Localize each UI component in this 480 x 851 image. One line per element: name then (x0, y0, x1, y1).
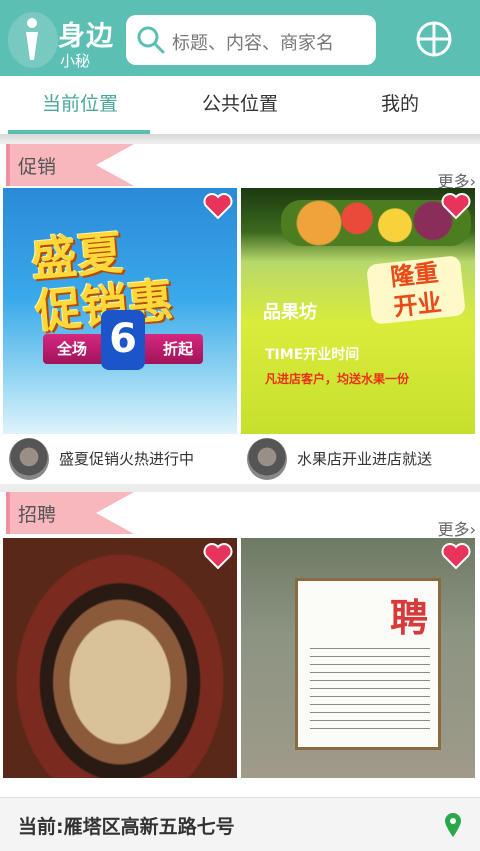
search-placeholder: 标题、内容、商家名 (172, 33, 334, 54)
add-circle-icon[interactable] (416, 21, 452, 57)
promo-art-time: TIME开业时间 (265, 347, 360, 363)
poster-artwork: 聘 (295, 578, 441, 750)
app-title: 身边 (58, 21, 114, 52)
heart-icon[interactable] (203, 542, 233, 570)
promo-art-offer: 凡进店客户，均送水果一份 (265, 372, 410, 386)
search-icon (137, 26, 165, 54)
section-tag-label: 招聘 (18, 504, 57, 526)
tabs-divider (0, 134, 480, 142)
app-subtitle: 小秘 (60, 52, 91, 70)
promo-art-number: 6 (101, 310, 145, 370)
avatar (9, 438, 49, 480)
heart-icon[interactable] (441, 192, 471, 220)
tab-mine[interactable]: 我的 (320, 76, 480, 134)
card-caption: 盛夏促销火热进行中 (59, 450, 195, 468)
current-location-text: 当前:雁塔区高新五路七号 (18, 816, 235, 838)
section-tag: 招聘 (6, 492, 136, 534)
tab-public-location[interactable]: 公共位置 (160, 76, 320, 134)
tab-current-location[interactable]: 当前位置 (0, 76, 160, 134)
promo-card-image[interactable]: 品果坊 隆重 开业 TIME开业时间 凡进店客户，均送水果一份 (241, 188, 475, 434)
section-tag: 促销 (6, 144, 136, 186)
heart-icon[interactable] (441, 542, 471, 570)
card-footer[interactable]: 水果店开业进店就送 (241, 434, 475, 484)
section-recruitment: 招聘 更多› 聘 (0, 492, 480, 797)
heart-icon[interactable] (203, 192, 233, 220)
card-footer[interactable]: 盛夏促销火热进行中 (3, 434, 237, 484)
promo-art-headline: 隆重 开业 (366, 255, 466, 325)
search-input[interactable]: 标题、内容、商家名 (126, 15, 376, 65)
poster-headline: 聘 (390, 596, 429, 640)
tab-bar: 当前位置 公共位置 我的 (0, 76, 480, 134)
location-bar[interactable]: 当前:雁塔区高新五路七号 (0, 797, 480, 851)
recruit-card-image[interactable]: 聘 (241, 538, 475, 778)
more-link[interactable]: 更多› (438, 516, 476, 540)
avatar (247, 438, 287, 480)
recruit-card-image[interactable] (3, 538, 237, 778)
location-pin-icon[interactable] (444, 812, 462, 838)
app-header: 身边 小秘 标题、内容、商家名 (0, 0, 480, 76)
promo-card-image[interactable]: 盛夏 促销惠 全场 折起 6 (3, 188, 237, 434)
section-tag-label: 促销 (18, 156, 57, 178)
section-promotion: 促销 更多› 盛夏 促销惠 全场 折起 6 盛夏促销火热进行中 品果坊 隆重 开业 … (0, 144, 480, 484)
poster-text-lines (310, 641, 430, 731)
logo-mark-icon (26, 18, 38, 60)
promo-art-brand: 品果坊 (263, 302, 317, 323)
card-caption: 水果店开业进店就送 (297, 450, 433, 468)
